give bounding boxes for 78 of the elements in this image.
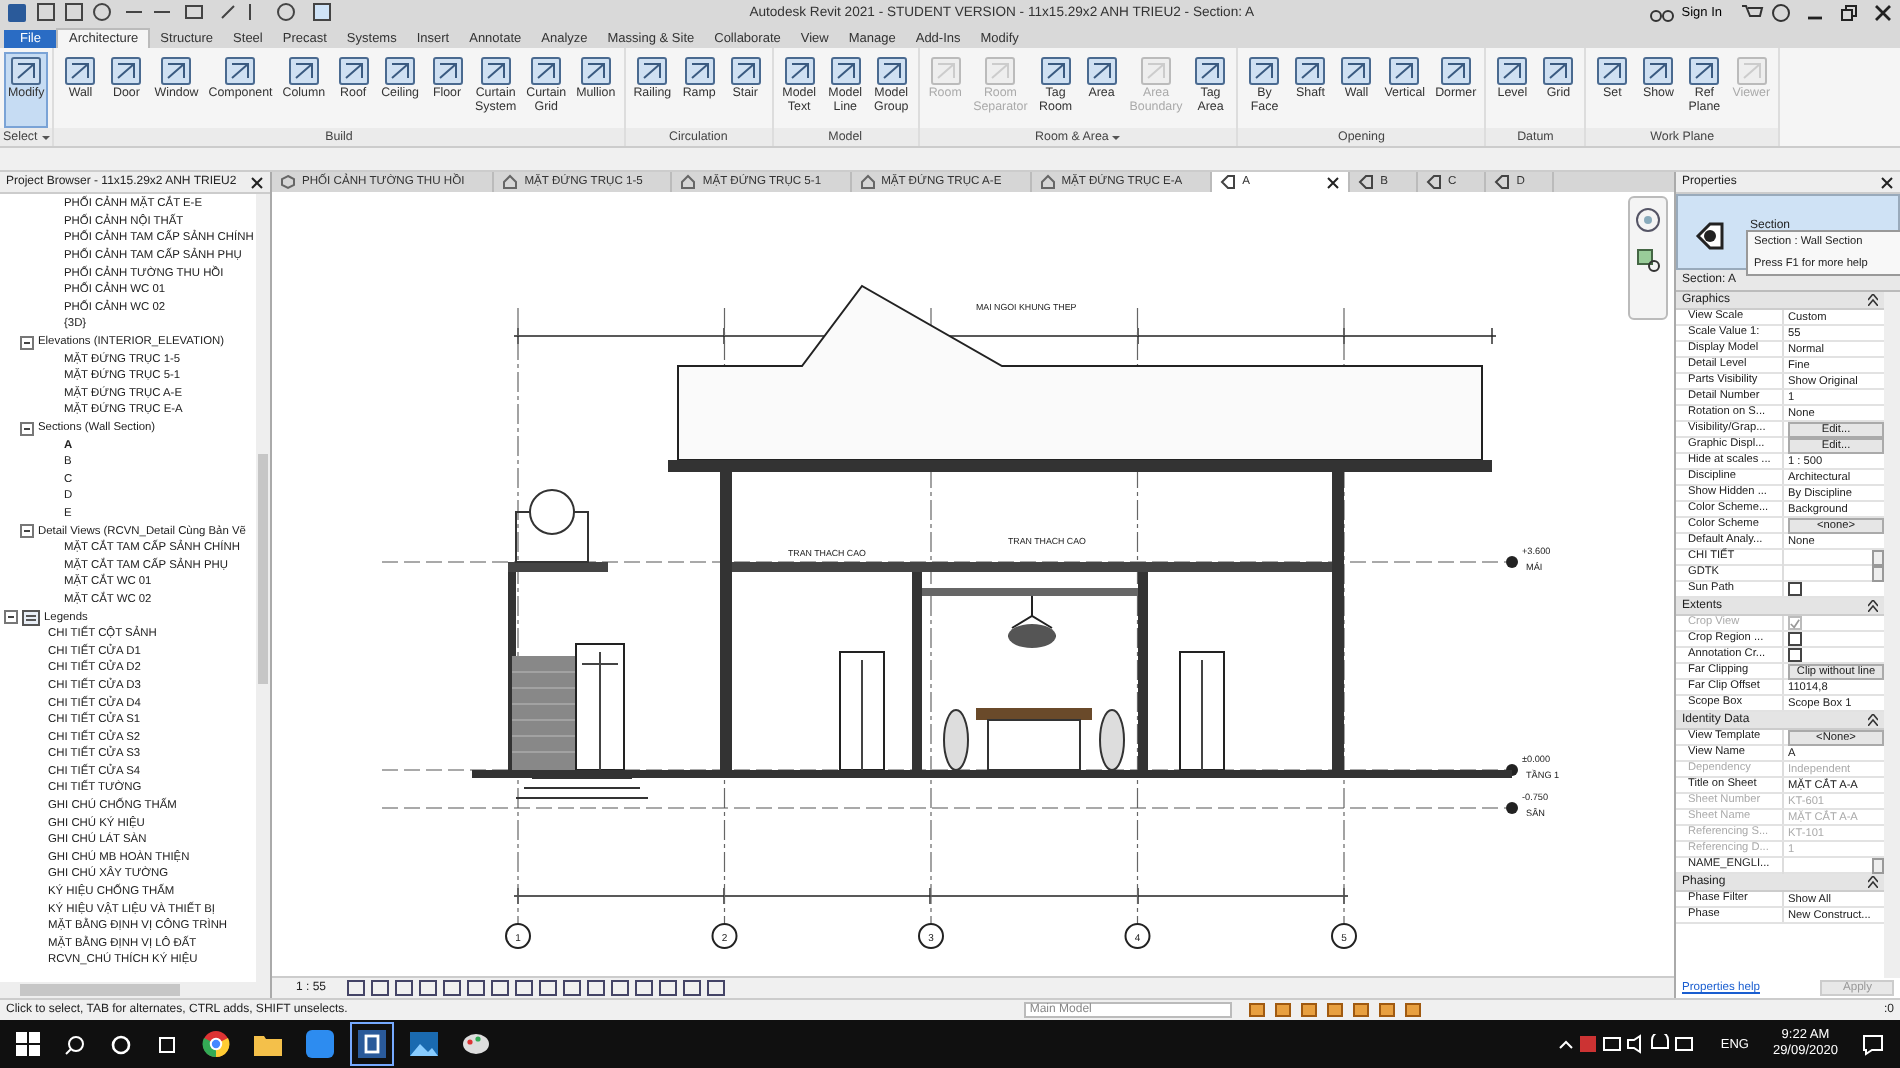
tool-icon[interactable] [1292,54,1329,88]
scrollbar[interactable] [256,194,270,982]
tool-icon[interactable] [1540,54,1577,88]
collapse-icon[interactable] [1868,876,1878,888]
photo-app-icon[interactable] [410,1032,438,1056]
collapse-icon[interactable] [20,421,34,436]
zoom-icon[interactable] [1634,246,1662,274]
collapse-icon[interactable] [1868,714,1878,726]
checkbox[interactable] [1788,582,1802,596]
tool-icon[interactable] [1494,54,1531,88]
task-view-icon[interactable] [156,1033,178,1055]
tool-icon[interactable] [335,54,372,88]
section-marker-icon [1494,174,1511,190]
close-icon[interactable] [1880,175,1894,189]
tool-icon[interactable] [285,54,322,88]
tool-icon[interactable] [1594,54,1631,88]
scrollbar[interactable] [0,982,270,998]
tray-icons[interactable] [1556,1034,1697,1054]
tool-icon[interactable] [158,54,195,88]
tool-icon[interactable] [222,54,259,88]
checkbox[interactable] [1788,648,1802,662]
house-icon [859,174,876,190]
collapse-icon[interactable] [1868,600,1878,612]
tool-icon[interactable] [727,54,764,88]
close-icon[interactable] [1326,175,1341,189]
tool-icon[interactable] [634,54,671,88]
section-marker-icon [1358,174,1375,190]
tool-icon[interactable] [1386,54,1423,88]
house-icon [1039,174,1056,190]
tool-icon[interactable] [108,54,145,88]
tool-icon[interactable] [873,54,910,88]
checkbox[interactable] [1788,632,1802,646]
collapse-icon[interactable] [1868,294,1878,306]
tool-icon[interactable] [62,54,99,88]
tool-icon[interactable] [1338,54,1375,88]
browser-icon[interactable] [202,1030,230,1058]
cart-icon[interactable] [1742,3,1764,21]
tool-icon[interactable] [681,54,718,88]
collapse-icon[interactable] [20,335,34,350]
windows-start-icon[interactable] [16,1032,40,1056]
help-icon[interactable] [1772,3,1790,21]
section-marker-icon [1426,174,1443,190]
steering-wheel-icon[interactable] [1634,206,1662,234]
view-control-icons[interactable] [346,980,727,996]
tool-icon[interactable] [827,54,864,88]
collapse-icon[interactable] [4,610,18,625]
app-logo-icon[interactable] [8,3,26,21]
tool-icon[interactable] [429,54,465,88]
house-icon [680,174,697,190]
folder-icon[interactable] [254,1032,282,1056]
restore-icon[interactable] [1840,3,1858,21]
cube-icon [280,174,296,190]
circle-icon[interactable] [110,1033,132,1055]
tool-icon[interactable] [528,54,565,88]
search-icon[interactable] [64,1033,86,1055]
tool-icon[interactable] [781,54,818,88]
tool-icon[interactable] [577,54,614,88]
tool-icon[interactable] [8,54,45,88]
property-field-button[interactable] [1872,858,1884,874]
close-icon[interactable] [1874,3,1892,21]
tool-icon[interactable] [1437,54,1474,88]
app-icon[interactable] [306,1030,334,1058]
house-icon [502,174,519,190]
tool-icon[interactable] [1640,54,1677,88]
legend-icon [22,609,40,626]
collapse-icon[interactable] [20,524,34,539]
notification-icon[interactable] [1862,1033,1884,1055]
tool-icon[interactable] [1686,54,1723,88]
tool-icon[interactable] [1246,54,1283,88]
tool-icon[interactable] [477,54,514,88]
navigation-bar[interactable] [1628,196,1668,320]
close-icon[interactable] [250,175,264,189]
tool-icon[interactable] [1037,54,1074,88]
tool-icon[interactable] [1192,54,1229,88]
tool-icon[interactable] [382,54,419,88]
section-marker-icon [1220,174,1237,190]
paint-app-icon[interactable] [462,1030,490,1058]
tool-icon[interactable] [1083,54,1120,88]
